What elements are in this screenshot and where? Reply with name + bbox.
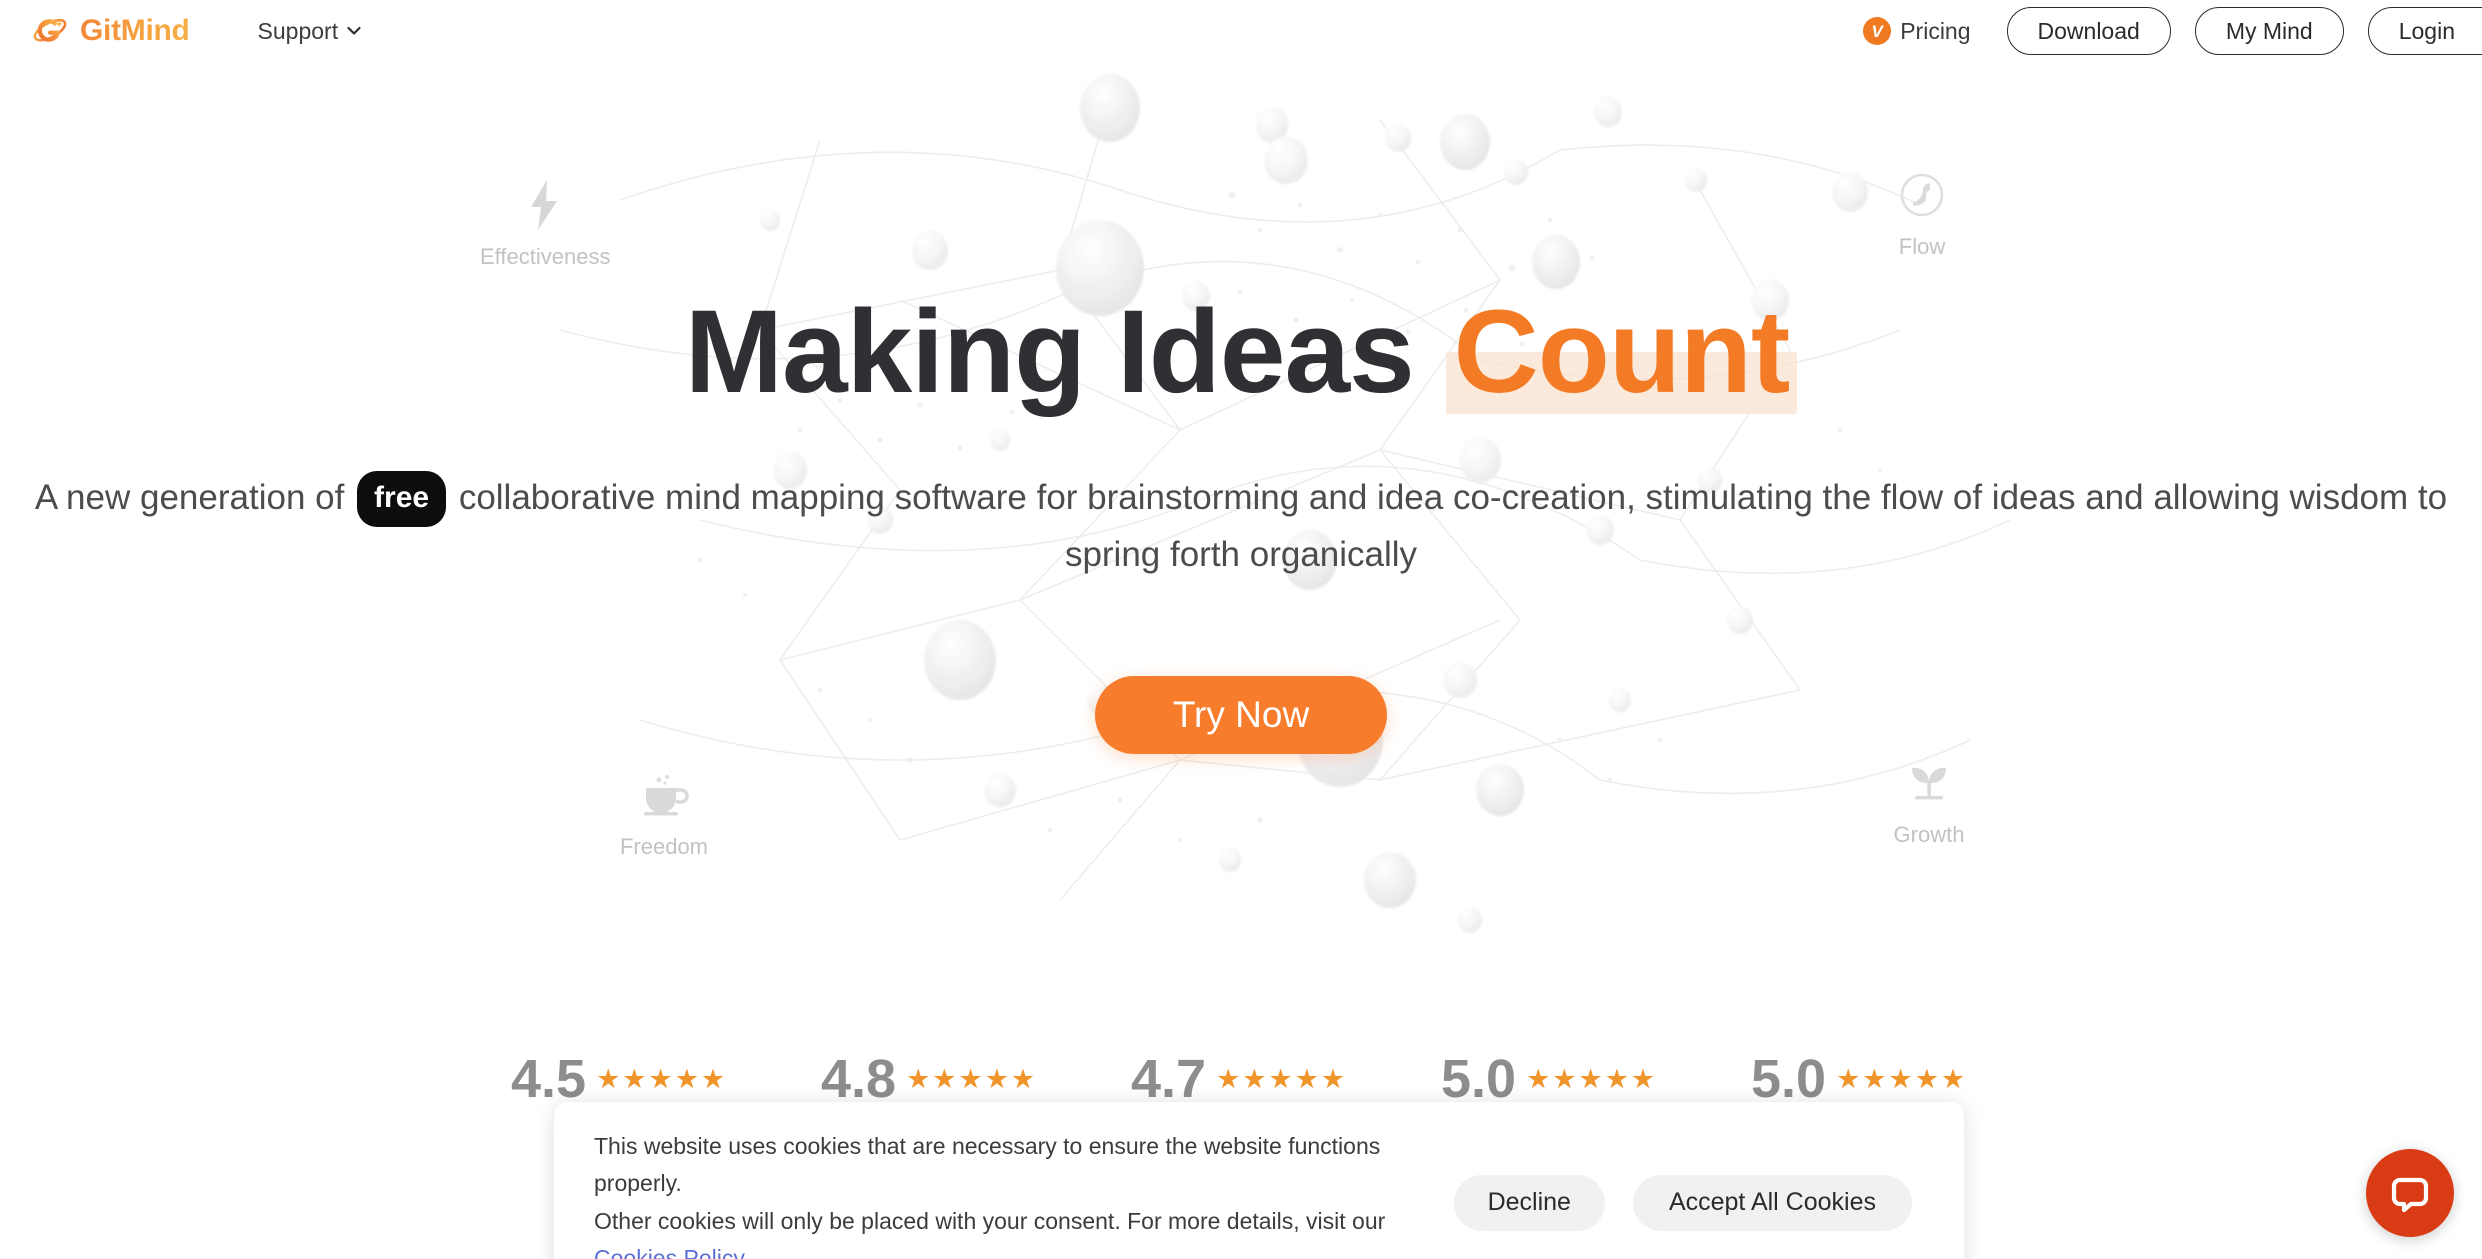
accept-all-cookies-button[interactable]: Accept All Cookies — [1632, 1174, 1912, 1231]
nav-item-support[interactable]: Support — [258, 18, 364, 45]
hero-subtitle-after: collaborative mind mapping software for … — [449, 477, 2448, 574]
rating-top: 4.5 ★★★★★ — [511, 1052, 727, 1106]
brand-logo[interactable]: GitMind — [30, 11, 190, 51]
rating-stars-icon: ★★★★★ — [1836, 1063, 1968, 1094]
rating-score: 4.5 — [511, 1049, 587, 1109]
hero-section: Making Ideas Count A new generation of f… — [0, 0, 2482, 754]
hero-subtitle: A new generation of free collaborative m… — [0, 470, 2482, 583]
coffee-cup-icon — [600, 740, 728, 850]
rating-score: 5.0 — [1751, 1049, 1827, 1109]
cookie-banner-text: This website uses cookies that are neces… — [578, 1128, 1454, 1259]
page-title-highlight: Count — [1445, 287, 1798, 418]
rating-top: 4.8 ★★★★★ — [821, 1052, 1037, 1106]
rating-stars-icon: ★★★★★ — [906, 1063, 1038, 1094]
feature-chip-freedom: Freedom — [600, 740, 728, 860]
nav-item-support-label: Support — [257, 17, 339, 44]
primary-nav: Support — [258, 18, 364, 45]
rating-score: 5.0 — [1441, 1049, 1517, 1109]
try-now-button[interactable]: Try Now — [1094, 675, 1388, 754]
chat-widget-button[interactable] — [2366, 1149, 2454, 1237]
hero-cta-wrapper: Try Now — [0, 675, 2482, 754]
cookie-banner-line2: Other cookies will only be placed with y… — [594, 1207, 1386, 1234]
my-mind-button[interactable]: My Mind — [2194, 7, 2344, 55]
rating-top: 5.0 ★★★★★ — [1751, 1052, 1967, 1106]
rating-top: 5.0 ★★★★★ — [1441, 1052, 1657, 1106]
login-button[interactable]: Login — [2367, 7, 2482, 55]
rating-top: 4.7 ★★★★★ — [1131, 1052, 1347, 1106]
cookie-banner-period: . — [743, 1244, 750, 1259]
nav-item-pricing-label: Pricing — [1900, 17, 1971, 44]
rating-stars-icon: ★★★★★ — [1216, 1063, 1348, 1094]
chevron-down-icon — [347, 26, 361, 35]
cookie-banner-line1: This website uses cookies that are neces… — [594, 1133, 1381, 1197]
decline-cookies-button[interactable]: Decline — [1453, 1174, 1605, 1231]
download-button[interactable]: Download — [2006, 7, 2171, 55]
rating-stars-icon: ★★★★★ — [596, 1063, 728, 1094]
brand-name: GitMind — [80, 14, 190, 47]
secondary-nav: V Pricing Download My Mind Login — [1863, 0, 2482, 62]
rating-stars-icon: ★★★★★ — [1526, 1063, 1658, 1094]
rating-score: 4.7 — [1131, 1049, 1207, 1109]
cookie-consent-banner: This website uses cookies that are neces… — [554, 1102, 1964, 1259]
chat-bubble-icon — [2391, 1177, 2429, 1213]
free-badge: free — [357, 470, 447, 527]
cookie-banner-actions: Decline Accept All Cookies — [1453, 1174, 1912, 1231]
page-title: Making Ideas Count — [0, 286, 2482, 418]
page-root: GitMind Support V Pricing Download My Mi… — [0, 0, 2482, 1259]
page-title-plain: Making Ideas — [684, 286, 1446, 418]
feature-chip-freedom-label: Freedom — [619, 834, 709, 859]
hero-subtitle-before: A new generation of — [34, 477, 355, 517]
gitmind-orbit-logo-icon — [33, 18, 67, 42]
rating-score: 4.8 — [821, 1049, 897, 1109]
cookies-policy-link[interactable]: Cookies Policy — [594, 1245, 743, 1259]
nav-item-pricing[interactable]: V Pricing — [1863, 17, 1971, 45]
vip-crown-icon: V — [1863, 17, 1892, 45]
site-header: GitMind Support V Pricing Download My Mi… — [0, 0, 2482, 62]
feature-chip-growth-label: Growth — [1893, 822, 1965, 847]
